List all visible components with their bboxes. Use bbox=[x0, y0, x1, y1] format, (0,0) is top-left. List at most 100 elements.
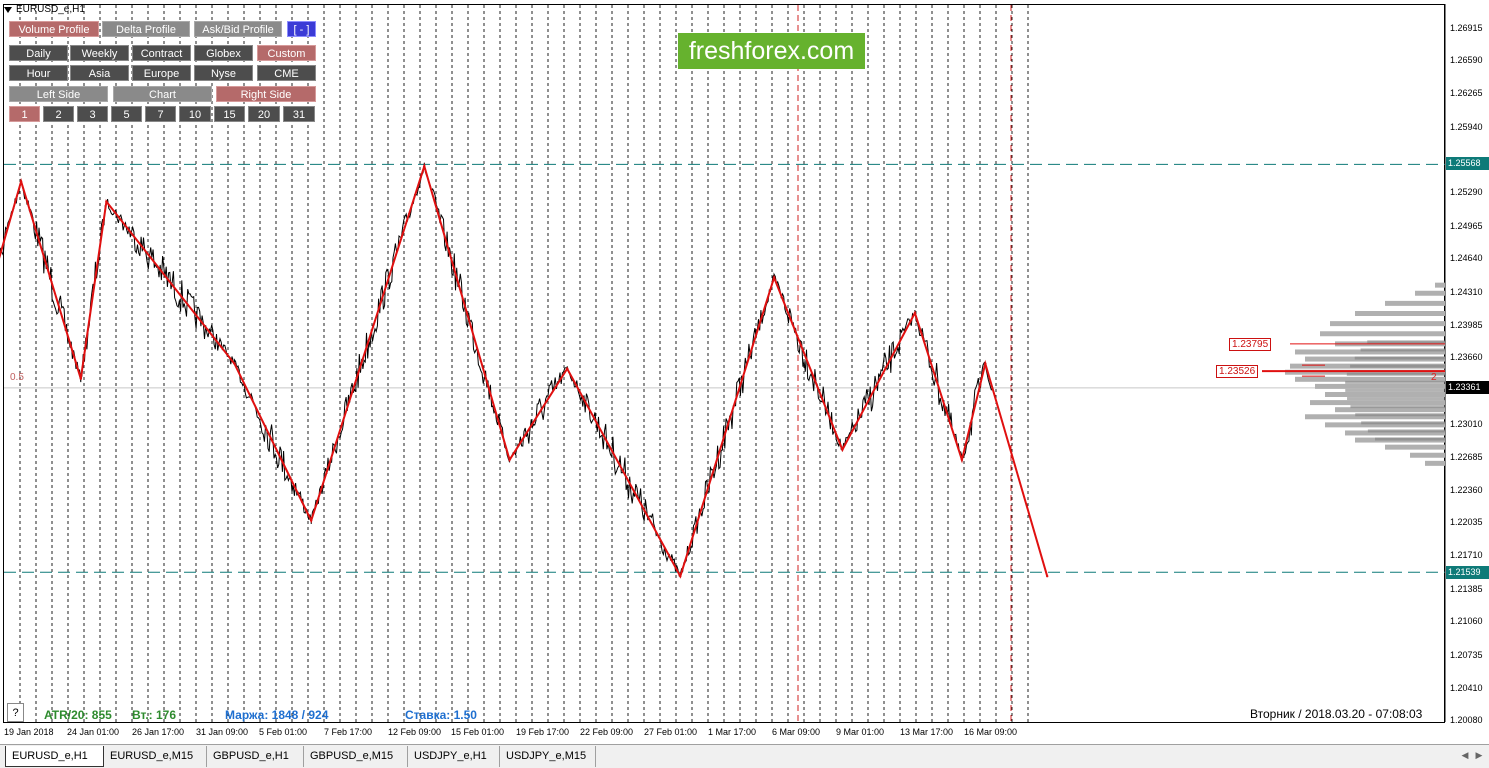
volume-profile-bar bbox=[1355, 311, 1445, 317]
panel-button-1[interactable]: 1 bbox=[9, 106, 40, 122]
window-title-text: EURUSD_e,H1 bbox=[16, 4, 85, 15]
datetime-text: Вторник / 2018.03.20 - 07:08:03 bbox=[1250, 707, 1423, 721]
help-button[interactable]: ? bbox=[7, 703, 24, 722]
chart-tab[interactable]: EURUSD_e,M15 bbox=[104, 746, 207, 767]
panel-button-5[interactable]: 5 bbox=[111, 106, 142, 122]
zigzag-point bbox=[772, 276, 776, 279]
panel-button-right-side[interactable]: Right Side bbox=[216, 86, 316, 102]
panel-button-custom[interactable]: Custom bbox=[257, 45, 316, 61]
volume-profile-core bbox=[1347, 397, 1445, 401]
chart-tab[interactable]: EURUSD_e,H1 bbox=[5, 746, 104, 767]
panel-button-[interactable]: [ - ] bbox=[287, 21, 316, 37]
time-tick-label: 6 Mar 09:00 bbox=[772, 727, 821, 737]
volume-profile-core bbox=[1360, 348, 1445, 352]
panel-button-delta-profile[interactable]: Delta Profile bbox=[102, 21, 190, 37]
panel-button-chart[interactable]: Chart bbox=[113, 86, 212, 102]
panel-button-7[interactable]: 7 bbox=[145, 106, 176, 122]
time-tick-label: 13 Mar 17:00 bbox=[900, 727, 954, 737]
zigzag-point bbox=[508, 458, 511, 462]
chart-tab-bar: EURUSD_e,H1 EURUSD_e,M15 GBPUSD_e,H1 GBPUSD… bbox=[0, 744, 1489, 768]
price-tick-label: 1.26590 bbox=[1450, 55, 1483, 65]
price-tick-label: 1.21710 bbox=[1450, 550, 1483, 560]
price-tick-label: 1.22360 bbox=[1450, 485, 1483, 495]
chart-tab[interactable]: USDJPY_e,H1 bbox=[408, 746, 500, 767]
time-tick-label: 24 Jan 01:00 bbox=[67, 727, 120, 737]
chart-tab[interactable]: GBPUSD_e,H1 bbox=[207, 746, 304, 767]
panel-button-contract[interactable]: Contract bbox=[132, 45, 191, 61]
price-tag: 1.21539 bbox=[1446, 566, 1489, 579]
price-tick-label: 1.23985 bbox=[1450, 320, 1483, 330]
price-tag: 1.23361 bbox=[1446, 381, 1489, 394]
margin-text: Маржа: 1848 / 924 bbox=[225, 708, 329, 722]
panel-button-2[interactable]: 2 bbox=[43, 106, 74, 122]
zigzag-line bbox=[0, 162, 1049, 579]
fib-half-label: 0.5 bbox=[10, 372, 24, 383]
time-tick-label: 1 Mar 17:00 bbox=[708, 727, 757, 737]
volume-text: Вт.: 176 bbox=[132, 708, 177, 722]
volume-profile-core bbox=[1350, 364, 1445, 368]
price-tick-label: 1.26915 bbox=[1450, 23, 1483, 33]
scroll-left-icon[interactable]: ◀ bbox=[1458, 748, 1472, 762]
panel-button-globex[interactable]: Globex bbox=[194, 45, 253, 61]
volume-profile-bar bbox=[1320, 331, 1445, 337]
panel-button-31[interactable]: 31 bbox=[283, 106, 315, 122]
zigzag-point bbox=[1046, 575, 1049, 578]
price-tick-label: 1.22685 bbox=[1450, 452, 1483, 462]
time-tick-label: 19 Feb 17:00 bbox=[516, 727, 570, 737]
menu-arrow-icon[interactable] bbox=[4, 6, 12, 13]
volume-profile-core bbox=[1367, 429, 1445, 433]
panel-button-europe[interactable]: Europe bbox=[132, 65, 191, 81]
price-tick-label: 1.25290 bbox=[1450, 187, 1483, 197]
time-tick-label: 7 Feb 17:00 bbox=[324, 727, 373, 737]
panel-button-weekly[interactable]: Weekly bbox=[70, 45, 129, 61]
volume-profile-bar bbox=[1435, 282, 1445, 288]
price-tick-label: 1.20080 bbox=[1450, 715, 1483, 725]
price-tick-label: 1.25940 bbox=[1450, 122, 1483, 132]
time-tick-label: 22 Feb 09:00 bbox=[580, 727, 634, 737]
price-tick-label: 1.21060 bbox=[1450, 616, 1483, 626]
zigzag-point bbox=[566, 367, 569, 370]
volume-profile-bar bbox=[1325, 391, 1445, 397]
time-tick-label: 26 Jan 17:00 bbox=[132, 727, 185, 737]
time-tick-label: 27 Feb 01:00 bbox=[644, 727, 698, 737]
panel-button-left-side[interactable]: Left Side bbox=[9, 86, 108, 102]
panel-button-3[interactable]: 3 bbox=[77, 106, 108, 122]
volume-profile-core bbox=[1355, 413, 1445, 417]
atr-text: ATR/20: 855 bbox=[44, 708, 112, 722]
zigzag-point bbox=[913, 311, 917, 315]
time-tick-label: 16 Mar 09:00 bbox=[964, 727, 1018, 737]
panel-button-daily[interactable]: Daily bbox=[9, 45, 68, 61]
panel-button-hour[interactable]: Hour bbox=[9, 65, 68, 81]
volume-profile-core bbox=[1375, 437, 1445, 441]
panel-button-ask-bid-profile[interactable]: Ask/Bid Profile bbox=[194, 21, 282, 37]
volume-profile-bar bbox=[1310, 400, 1445, 406]
volume-profile-core bbox=[1354, 356, 1445, 360]
volume-profile-bar bbox=[1425, 460, 1445, 466]
panel-button-asia[interactable]: Asia bbox=[70, 65, 129, 81]
panel-button-cme[interactable]: CME bbox=[257, 65, 316, 81]
profile-level-label: 2 bbox=[1431, 372, 1437, 383]
panel-button-nyse[interactable]: Nyse bbox=[194, 65, 253, 81]
chart-tab[interactable]: GBPUSD_e,M15 bbox=[304, 746, 408, 767]
panel-button-volume-profile[interactable]: Volume Profile bbox=[9, 21, 99, 37]
zigzag-point bbox=[960, 458, 964, 462]
time-tick-label: 15 Feb 01:00 bbox=[451, 727, 505, 737]
zigzag-point bbox=[679, 575, 682, 578]
panel-button-10[interactable]: 10 bbox=[179, 106, 211, 122]
price-tick-label: 1.20735 bbox=[1450, 650, 1483, 660]
price-tick-label: 1.24640 bbox=[1450, 253, 1483, 263]
upper-price-label: 1.23795 bbox=[1229, 338, 1272, 351]
panel-button-15[interactable]: 15 bbox=[214, 106, 245, 122]
zigzag-point bbox=[105, 200, 108, 203]
time-tick-label: 9 Mar 01:00 bbox=[836, 727, 885, 737]
price-tick-label: 1.23660 bbox=[1450, 352, 1483, 362]
scroll-right-icon[interactable]: ▶ bbox=[1472, 748, 1486, 762]
price-series-line bbox=[0, 162, 994, 577]
price-tick-label: 1.26265 bbox=[1450, 88, 1483, 98]
panel-button-20[interactable]: 20 bbox=[248, 106, 280, 122]
window-title[interactable]: EURUSD_e,H1 bbox=[4, 4, 85, 15]
chart-tab[interactable]: USDJPY_e,M15 bbox=[500, 746, 596, 767]
volume-profile-bar bbox=[1315, 383, 1445, 389]
time-tick-label: 5 Feb 01:00 bbox=[259, 727, 308, 737]
zigzag-point bbox=[423, 164, 426, 168]
